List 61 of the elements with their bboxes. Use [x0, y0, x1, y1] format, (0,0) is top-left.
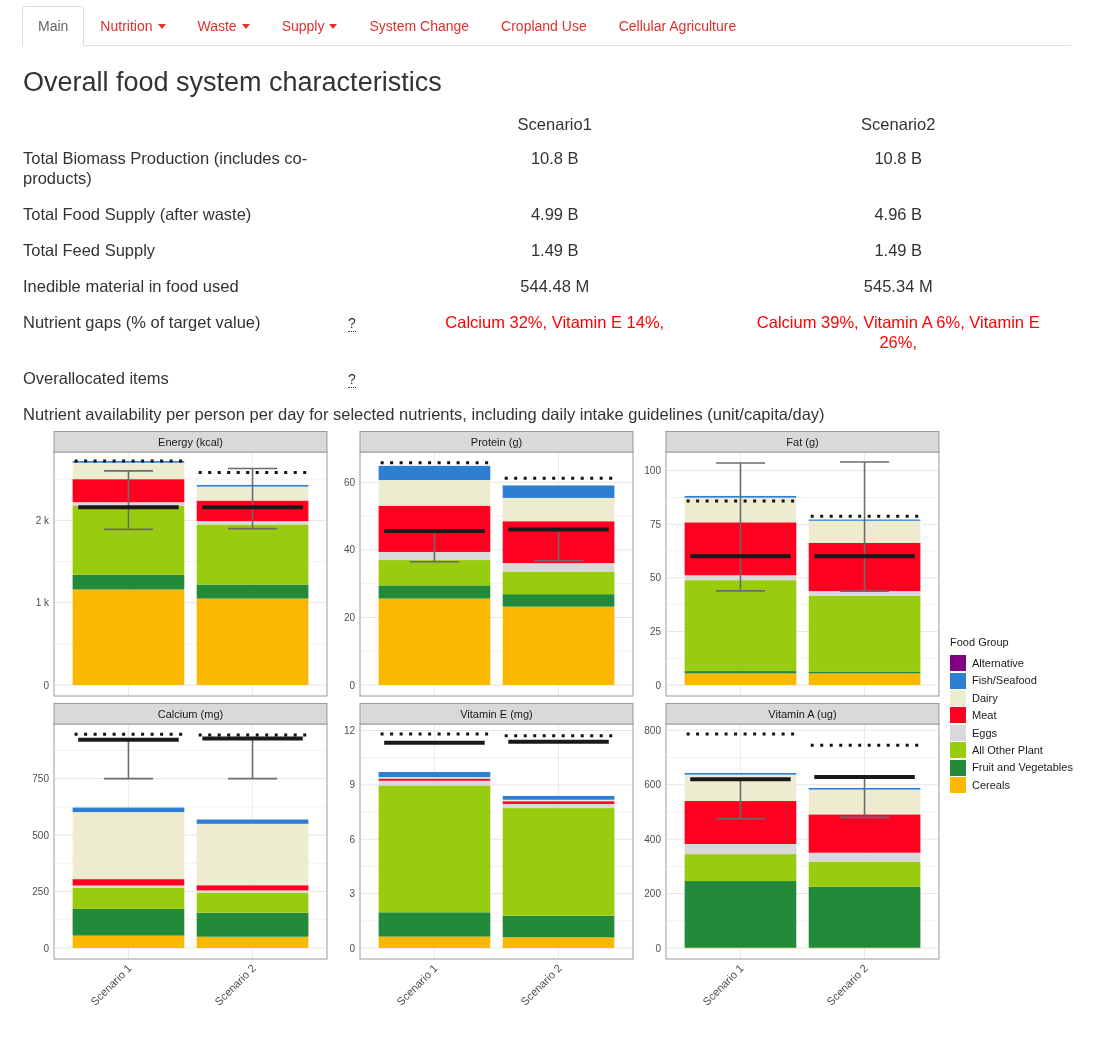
row-label: Inedible material in food used [23, 276, 240, 297]
axis-tick-label: 200 [644, 888, 661, 900]
axis-tick-label: 1 k [35, 597, 49, 609]
table-cell: 4.96 B [874, 204, 923, 224]
row-label: Total Food Supply (after waste) [23, 204, 253, 225]
table-cell: 545.34 M [863, 276, 933, 296]
row-label: Total Feed Supply [23, 240, 157, 261]
table-cell: 1.49 B [530, 240, 579, 260]
panel-title: Energy (kcal) [158, 435, 223, 448]
axis-tick-label: 60 [343, 476, 355, 488]
panel-title: Fat (g) [786, 435, 819, 448]
table-cell: 1.49 B [874, 240, 923, 260]
axis-tick-label: 0 [655, 679, 661, 691]
axis-tick-label: 75 [649, 518, 661, 530]
page-title: Overall food system characteristics [23, 66, 443, 99]
legend-title: Food Group [950, 635, 1010, 650]
table-cell: 4.99 B [530, 204, 579, 224]
axis-tick-label: 600 [644, 779, 661, 791]
axis-tick-label: 25 [649, 625, 661, 637]
table-cell-text: 10.8 B [874, 148, 923, 169]
axis-tick-label: 0 [349, 679, 355, 691]
panel-title: Calcium (mg) [157, 707, 224, 720]
axis-tick-label: 50 [649, 572, 661, 584]
column-header: Scenario1 [516, 114, 593, 135]
legend-label: Eggs [972, 725, 998, 741]
table-cell-text: Calcium 32%, Vitamin E 14%, [445, 312, 665, 333]
table-cell: 544.48 M [520, 276, 590, 296]
panel-title: Vitamin E (mg) [460, 707, 533, 720]
row-label: Total Biomass Production (includes co-products) [23, 148, 309, 189]
panel-title: Protein (g) [470, 435, 523, 448]
axis-tick-label: 0 [43, 679, 49, 691]
axis-tick-label: 6 [349, 833, 355, 845]
axis-tick-label: 0 [349, 942, 355, 954]
axis-tick-label: 400 [644, 833, 661, 845]
column-header: Scenario2 [860, 114, 937, 135]
legend-label: Alternative [972, 655, 1024, 671]
legend-label: Fruit and Vegetables [972, 760, 1073, 776]
legend-label: Dairy [972, 690, 998, 706]
panel-title: Vitamin A (ug) [768, 707, 837, 720]
axis-tick-label: 20 [343, 611, 355, 623]
row-label: Nutrient gaps (% of target value) [23, 312, 262, 333]
row-label: Overallocated items [23, 368, 170, 389]
axis-tick-label: 800 [644, 724, 661, 736]
axis-tick-label: 250 [32, 886, 49, 898]
axis-tick-label: 0 [655, 942, 661, 954]
chart-caption: Nutrient availability per person per day for selected nutrients, including daily intake guidelines (unit/capita/day) [23, 404, 826, 425]
table-cell-text: 10.8 B [530, 148, 579, 169]
axis-tick-label: 2 k [35, 514, 49, 526]
axis-tick-label: 12 [343, 725, 355, 736]
axis-tick-label: 40 [343, 544, 355, 556]
axis-tick-label: 100 [644, 465, 661, 477]
axis-tick-label: 0 [43, 942, 49, 954]
legend-label: All Other Plant [972, 742, 1043, 758]
axis-tick-label: 500 [32, 829, 49, 841]
axis-tick-label: 3 [349, 888, 355, 900]
legend-label: Meat [972, 708, 997, 724]
table-cell-text: Calcium 39%, Vitamin A 6%, Vitamin E 26%, [755, 312, 1041, 352]
axis-tick-label: 9 [349, 779, 355, 791]
legend-label: Fish/Seafood [972, 673, 1037, 689]
axis-tick-label: 750 [32, 773, 49, 785]
legend-label: Cereals [972, 777, 1010, 793]
